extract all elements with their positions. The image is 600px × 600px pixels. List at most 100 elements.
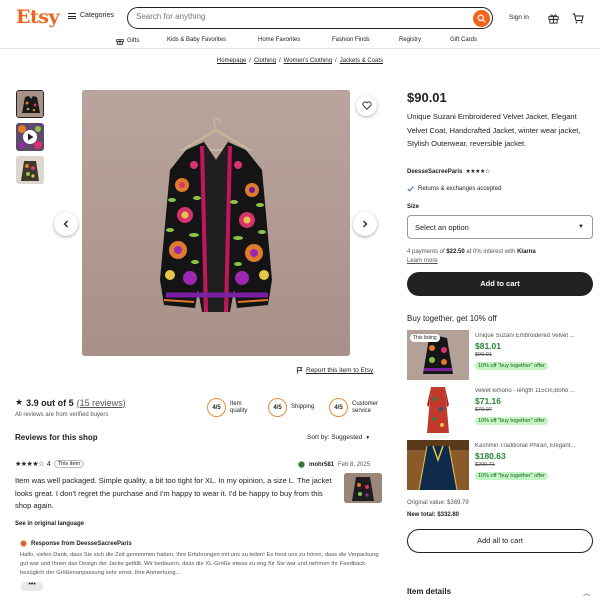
search-button[interactable]: [473, 9, 490, 27]
nav-item-kids-baby[interactable]: Kids & Baby Favorites: [167, 37, 226, 43]
star-rating-icons: ★★★★☆: [15, 461, 44, 468]
metric-label-line: Item: [230, 400, 242, 407]
categories-button[interactable]: Categories: [68, 12, 114, 19]
gift-icon: [548, 14, 559, 24]
rating-text: 3.9 out of 5: [26, 397, 74, 408]
header: Etsy Categories Sign in: [0, 0, 600, 34]
video-thumbnail-image: [16, 123, 44, 151]
bundle-item-title[interactable]: Unique Suzani Embroidered Velvet ...: [475, 333, 593, 339]
bundle-new-total: New total: $332.80: [407, 512, 460, 518]
review-text: Item was well packaged. Simple quality, …: [15, 476, 332, 510]
metric-shipping: 4/5 Shipping: [268, 398, 314, 417]
reviewer-info: mohr581 Feb 8, 2025: [298, 461, 370, 468]
gallery-video-thumbnail[interactable]: [16, 123, 44, 151]
favorite-button[interactable]: [356, 95, 377, 116]
verified-buyers-note: All reviews are from verified buyers: [15, 412, 109, 418]
caret-down-icon: ▼: [578, 224, 584, 230]
breadcrumb-link[interactable]: Homepage: [217, 58, 246, 64]
bundle-item-price: $71.16: [475, 396, 501, 406]
more-button[interactable]: •••: [21, 581, 43, 591]
gallery-thumbnail[interactable]: [16, 90, 44, 118]
response-title: Response from DeesseSacreeParis: [31, 540, 132, 547]
jacket-thumbnail-image: [17, 91, 43, 117]
metric-customer-service: 4/5 Customer service: [329, 398, 378, 417]
nav-item-home-favorites[interactable]: Home Favorites: [258, 37, 300, 43]
review-count-link[interactable]: (15 reviews): [77, 398, 126, 408]
returns-text: Returns & exchanges accepted: [418, 186, 502, 192]
report-label: Report this item to Etsy: [306, 367, 374, 374]
shop-star-rating: ★★★★☆: [465, 169, 490, 175]
previous-image-button[interactable]: [54, 212, 78, 236]
metric-label-line: Customer: [352, 400, 379, 407]
kimono-bundle-image: [407, 385, 469, 435]
flag-icon: [296, 367, 303, 374]
klarna-text-post: at 0% interest with: [464, 249, 518, 255]
see-original-language-link[interactable]: See in original language: [15, 521, 84, 527]
hamburger-icon: [68, 12, 76, 19]
metric-label-line: service: [352, 407, 372, 414]
metric-label: Customer service: [352, 401, 378, 415]
search-input[interactable]: [136, 12, 456, 21]
shop-info: DeesseSacreeParis ★★★★☆: [407, 168, 490, 176]
sort-dropdown[interactable]: Sort by: Suggested ▼: [307, 434, 370, 441]
cart-icon: [572, 13, 584, 24]
sign-in-link[interactable]: Sign in: [509, 14, 529, 21]
product-title: Unique Suzani Embroidered Velvet Jacket,…: [407, 112, 581, 148]
nav-item-gift-cards[interactable]: Gift Cards: [450, 37, 477, 43]
breadcrumb-link[interactable]: Jackets & Coats: [340, 58, 383, 64]
bundle-item-title[interactable]: Kashmiri Traditional Phiran, Elegant...: [475, 443, 593, 449]
shop-avatar: [20, 540, 27, 547]
bundle-item-title[interactable]: velvet kimono - length 115cm,Boho ...: [475, 388, 593, 394]
avatar: [298, 461, 305, 468]
phiran-bundle-image: [407, 440, 469, 490]
learn-more-link[interactable]: Learn more: [407, 258, 438, 264]
add-to-cart-button[interactable]: Add to cart: [407, 272, 593, 296]
bundle-discount-badge: 10% off "buy together" offer: [475, 362, 548, 370]
review-jacket-image: [344, 473, 382, 503]
breadcrumb-link[interactable]: Women's Clothing: [284, 58, 332, 64]
report-item-link[interactable]: Report this item to Etsy: [296, 367, 373, 374]
returns-info: Returns & exchanges accepted: [407, 186, 501, 192]
metric-label: Item quality: [230, 401, 247, 415]
breadcrumb-link[interactable]: Clothing: [254, 58, 276, 64]
seller-response-text: Hallo, vielen Dank, dass Sie sich die Ze…: [20, 552, 379, 576]
bundle-item-image[interactable]: [407, 385, 469, 435]
metric-score: 4/5: [268, 398, 287, 417]
review-rating-number: 4: [46, 460, 51, 468]
nav-item-label: Gifts: [127, 38, 140, 44]
category-nav: Gifts Kids & Baby Favorites Home Favorit…: [0, 34, 600, 49]
review-date: Feb 8, 2025: [338, 461, 371, 468]
seller-response-header: Response from DeesseSacreeParis: [20, 540, 132, 547]
product-price: $90.01: [407, 90, 447, 105]
chevron-up-icon[interactable]: ︿: [583, 588, 590, 598]
reviews-section-title: Reviews for this shop: [15, 433, 98, 442]
nav-item-gifts[interactable]: Gifts: [116, 37, 139, 45]
search-bar: [127, 7, 493, 29]
nav-item-fashion-finds[interactable]: Fashion Finds: [332, 37, 370, 43]
etsy-logo[interactable]: Etsy: [16, 6, 60, 28]
jacket-back-thumbnail-image: [16, 156, 44, 184]
metric-label: Shipping: [291, 404, 315, 410]
gallery-thumbnail[interactable]: [16, 156, 44, 184]
cart-button[interactable]: [572, 11, 584, 29]
item-details-toggle[interactable]: Item details: [407, 587, 451, 596]
add-all-to-cart-button[interactable]: Add all to cart: [407, 529, 593, 553]
sort-label: Sort by: Suggested: [307, 434, 363, 441]
bundle-item-image[interactable]: [407, 440, 469, 490]
size-select[interactable]: Select an option ▼: [407, 215, 593, 239]
metric-score: 4/5: [207, 398, 226, 417]
breadcrumb: Homepage / Clothing / Women's Clothing / Jacke…: [216, 58, 384, 64]
bundle-item-price: $180.63: [475, 451, 506, 461]
shop-name-link[interactable]: DeesseSacreeParis: [407, 169, 462, 175]
size-select-value: Select an option: [415, 223, 469, 232]
main-product-image[interactable]: [82, 90, 350, 356]
metric-label-line: quality: [230, 407, 248, 414]
klarna-logo: Klarna: [517, 249, 536, 255]
review-photo[interactable]: [344, 473, 382, 503]
gift-registry-button[interactable]: [548, 11, 559, 29]
heart-icon: [361, 101, 372, 110]
reviewer-name[interactable]: mohr581: [309, 462, 334, 468]
next-image-button[interactable]: [353, 212, 377, 236]
this-item-tag: This item: [53, 460, 85, 468]
nav-item-registry[interactable]: Registry: [399, 37, 421, 43]
